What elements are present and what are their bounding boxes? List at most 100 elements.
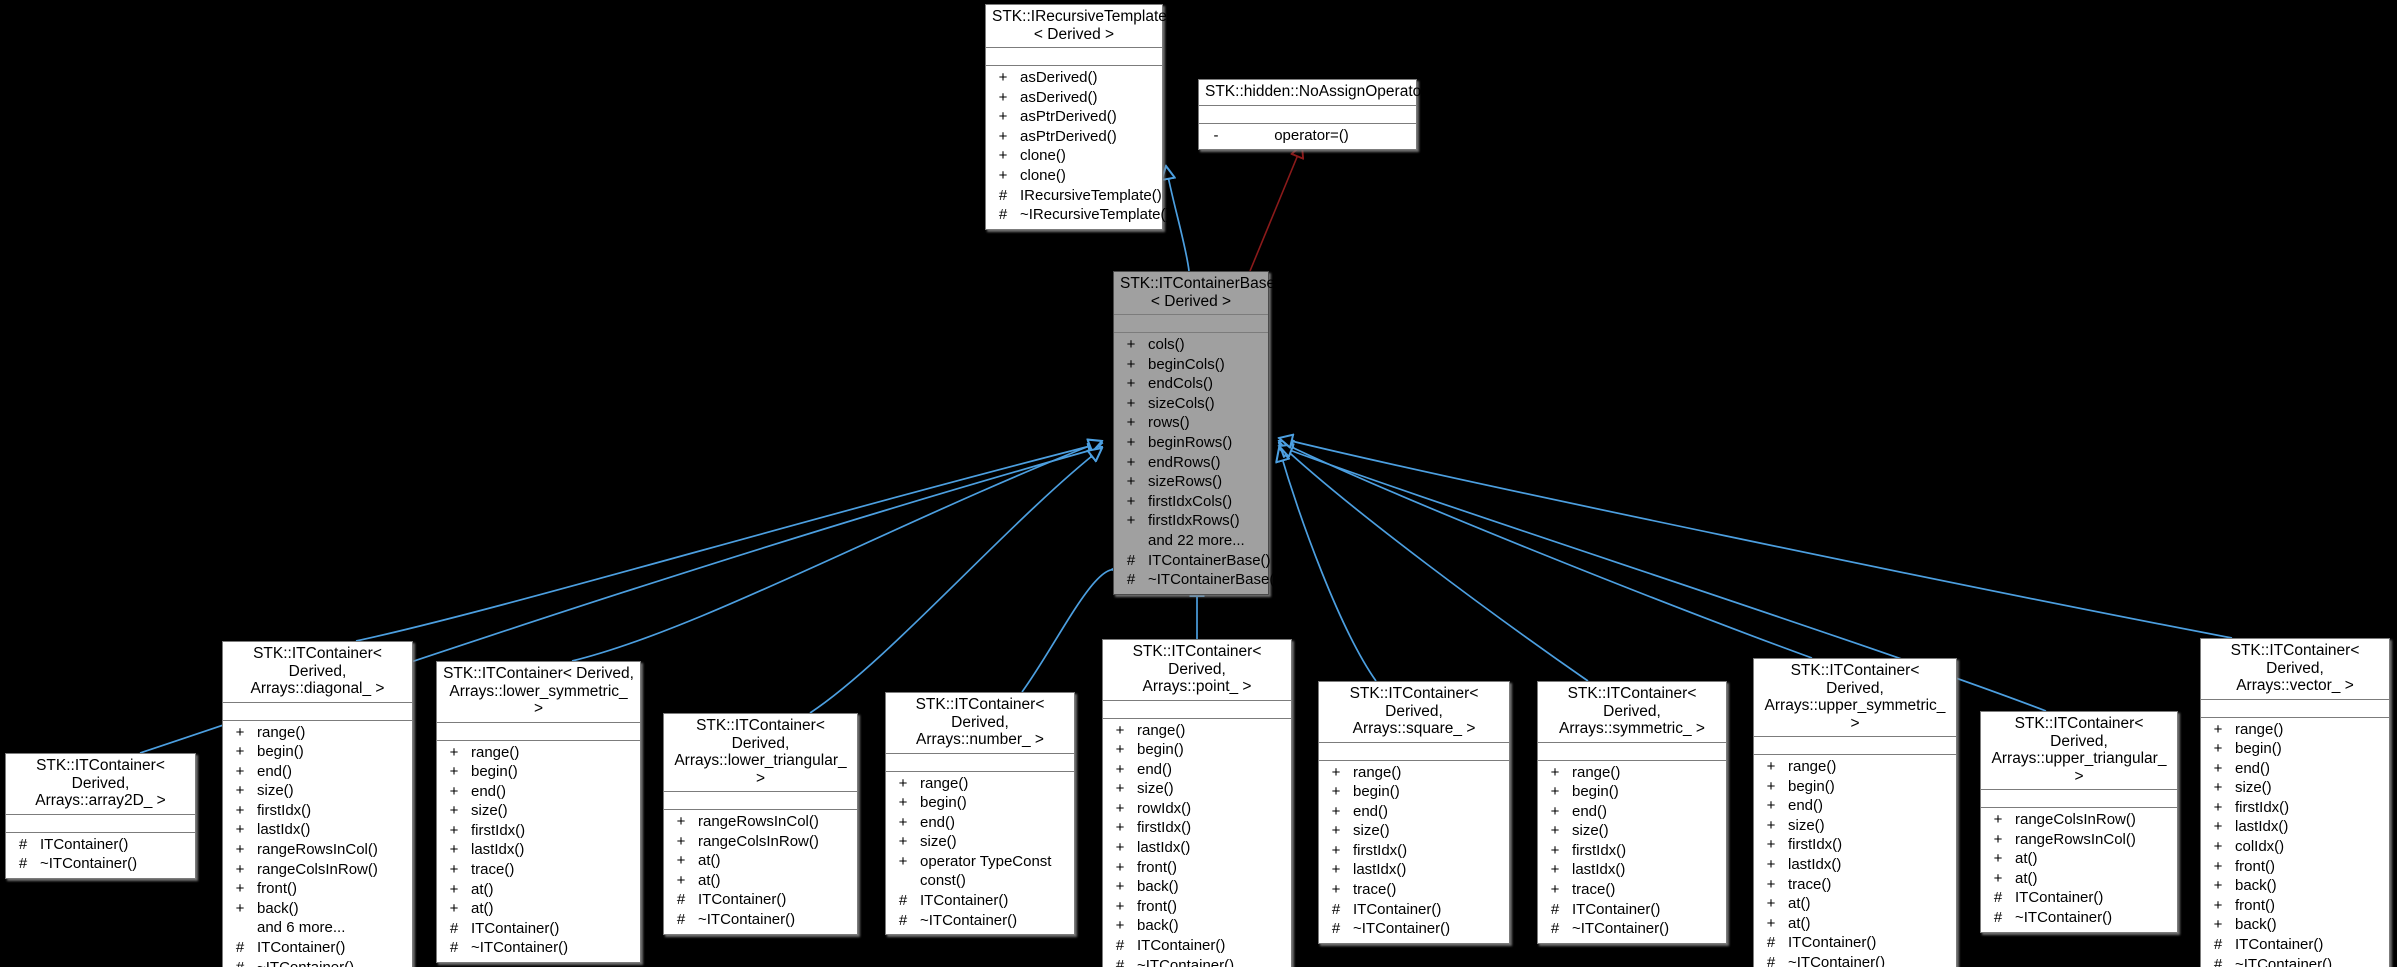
class-member-row[interactable]: + at() xyxy=(664,871,857,891)
class-member-row[interactable]: + end() xyxy=(1319,802,1509,822)
class-member-row[interactable]: + back() xyxy=(2201,915,2389,935)
class-member-row[interactable]: + end() xyxy=(437,782,640,802)
class-node-point[interactable]: STK::ITContainer< Derived, Arrays::point… xyxy=(1102,639,1292,967)
class-member-row[interactable]: - operator=() xyxy=(1199,126,1416,146)
class-member-row[interactable]: #~ITContainer() xyxy=(1103,956,1291,967)
class-member-row[interactable]: + trace() xyxy=(1319,880,1509,900)
class-member-row[interactable]: + at() xyxy=(1754,914,1956,934)
class-member-row[interactable]: + end() xyxy=(223,762,412,782)
class-member-row[interactable]: + asDerived() xyxy=(986,68,1162,88)
class-member-row[interactable]: + rangeColsInRow() xyxy=(1981,810,2177,830)
class-node-irecursivetemplate[interactable]: STK::IRecursiveTemplate < Derived > + asDe… xyxy=(985,4,1170,230)
class-member-row[interactable]: + lastIdx() xyxy=(2201,817,2389,837)
class-member-row[interactable]: + firstIdx() xyxy=(2201,798,2389,818)
class-member-row[interactable]: # ITContainer() xyxy=(1538,900,1726,920)
class-member-row[interactable]: + asDerived() xyxy=(986,88,1162,108)
class-member-row[interactable]: # ITContainer() xyxy=(1981,888,2177,908)
class-member-row[interactable]: + begin() xyxy=(1103,740,1291,760)
class-node-upper_symmetric[interactable]: STK::ITContainer< Derived, Arrays::upper… xyxy=(1753,658,1957,967)
class-member-row[interactable]: + lastIdx() xyxy=(1538,860,1726,880)
class-member-row[interactable]: + begin() xyxy=(223,742,412,762)
class-member-row[interactable]: + firstIdx() xyxy=(437,821,640,841)
class-member-row[interactable]: + trace() xyxy=(437,860,640,880)
class-member-row[interactable]: + back() xyxy=(2201,876,2389,896)
class-node-diagonal[interactable]: STK::ITContainer< Derived, Arrays::diago… xyxy=(222,641,413,967)
class-member-row[interactable]: + range() xyxy=(886,774,1074,794)
class-member-row[interactable]: # ITContainer() xyxy=(437,919,640,939)
class-member-row[interactable]: # ITContainer() xyxy=(223,938,412,958)
class-member-row[interactable]: + size() xyxy=(437,801,640,821)
class-member-row[interactable]: + firstIdx() xyxy=(1103,818,1291,838)
class-node-square[interactable]: STK::ITContainer< Derived, Arrays::squar… xyxy=(1318,681,1510,944)
class-member-row[interactable]: + firstIdx() xyxy=(1538,841,1726,861)
class-member-row[interactable]: + rows() xyxy=(1114,413,1268,433)
class-member-row[interactable]: + back() xyxy=(223,899,412,919)
class-node-array2d[interactable]: STK::ITContainer< Derived, Arrays::array… xyxy=(5,753,196,879)
class-member-row[interactable]: #~ITContainer() xyxy=(1319,919,1509,939)
class-member-row[interactable]: + endRows() xyxy=(1114,453,1268,473)
class-member-row[interactable]: + size() xyxy=(223,781,412,801)
class-node-number[interactable]: STK::ITContainer< Derived, Arrays::numbe… xyxy=(885,692,1075,936)
class-member-row[interactable]: + rangeRowsInCol() xyxy=(664,812,857,832)
class-member-row[interactable]: # ITContainerBase() xyxy=(1114,551,1271,571)
class-node-noassignoperator[interactable]: STK::hidden::NoAssignOperator - operator=(… xyxy=(1198,79,1426,151)
class-member-row[interactable]: #~ITContainer() xyxy=(2201,955,2389,967)
class-node-lower_triangular[interactable]: STK::ITContainer< Derived, Arrays::lower… xyxy=(663,713,858,935)
class-member-row[interactable]: + front() xyxy=(1103,897,1291,917)
class-node-upper_triangular[interactable]: STK::ITContainer< Derived, Arrays::upper… xyxy=(1980,711,2178,933)
class-member-row[interactable]: + begin() xyxy=(2201,739,2389,759)
class-member-row[interactable]: + front() xyxy=(2201,857,2389,877)
class-member-row[interactable]: + at() xyxy=(664,851,857,871)
class-member-row[interactable]: + at() xyxy=(1754,894,1956,914)
class-member-row[interactable]: # ITContainer() xyxy=(6,835,195,855)
class-member-row[interactable]: + end() xyxy=(1538,802,1726,822)
class-member-row[interactable]: + front() xyxy=(1103,858,1291,878)
class-member-row[interactable]: + back() xyxy=(1103,916,1291,936)
class-member-row[interactable]: #~ITContainer() xyxy=(886,911,1074,931)
class-member-row[interactable]: + front() xyxy=(223,879,412,899)
class-member-row[interactable]: # ITContainer() xyxy=(1103,936,1291,956)
class-member-row[interactable]: + end() xyxy=(2201,759,2389,779)
class-member-row[interactable]: + firstIdxRows() xyxy=(1114,511,1268,531)
class-member-row[interactable]: + colIdx() xyxy=(2201,837,2389,857)
class-member-row[interactable]: # ITContainer() xyxy=(2201,935,2389,955)
class-member-row[interactable]: + at() xyxy=(1981,869,2177,889)
class-node-symmetric[interactable]: STK::ITContainer< Derived, Arrays::symme… xyxy=(1537,681,1727,944)
class-node-vector[interactable]: STK::ITContainer< Derived, Arrays::vecto… xyxy=(2200,638,2390,967)
class-member-row[interactable]: #~ITContainer() xyxy=(6,854,195,874)
class-member-row[interactable]: + rangeColsInRow() xyxy=(664,832,857,852)
class-member-row[interactable]: +and 6 more... xyxy=(223,918,412,938)
class-member-row[interactable]: + range() xyxy=(1103,721,1291,741)
class-member-row[interactable]: + at() xyxy=(437,880,640,900)
class-member-row[interactable]: + lastIdx() xyxy=(1103,838,1291,858)
class-member-row[interactable]: + rangeRowsInCol() xyxy=(1981,830,2177,850)
class-member-row[interactable]: + size() xyxy=(1319,821,1509,841)
class-member-row[interactable]: + asPtrDerived() xyxy=(986,107,1162,127)
class-member-row[interactable]: + begin() xyxy=(886,793,1074,813)
class-member-row[interactable]: #~ITContainer() xyxy=(223,958,412,967)
class-member-row[interactable]: + size() xyxy=(1103,779,1291,799)
class-member-row[interactable]: + trace() xyxy=(1754,875,1956,895)
class-member-row[interactable]: + size() xyxy=(886,832,1074,852)
class-member-row[interactable]: + lastIdx() xyxy=(1754,855,1956,875)
class-member-row[interactable]: + size() xyxy=(1538,821,1726,841)
class-member-row[interactable]: + begin() xyxy=(437,762,640,782)
class-member-row[interactable]: # ITContainer() xyxy=(886,891,1074,911)
class-member-row[interactable]: + rangeColsInRow() xyxy=(223,860,412,880)
class-member-row[interactable]: + end() xyxy=(886,813,1074,833)
class-member-row[interactable]: + operator TypeConst const() xyxy=(886,852,1074,891)
class-member-row[interactable]: + rowIdx() xyxy=(1103,799,1291,819)
class-member-row[interactable]: # ~ITContainerBase() xyxy=(1114,570,1279,590)
class-member-row[interactable]: + trace() xyxy=(1538,880,1726,900)
class-member-row[interactable]: + firstIdxCols() xyxy=(1114,492,1268,512)
class-member-row[interactable]: + asPtrDerived() xyxy=(986,127,1162,147)
class-member-row[interactable]: + cols() xyxy=(1114,335,1268,355)
class-member-row[interactable]: + sizeCols() xyxy=(1114,394,1268,414)
class-member-row[interactable]: + lastIdx() xyxy=(1319,860,1509,880)
class-member-row[interactable]: #~ITContainer() xyxy=(1538,919,1726,939)
class-member-row[interactable]: + range() xyxy=(1538,763,1726,783)
class-member-row[interactable]: + firstIdx() xyxy=(223,801,412,821)
class-member-row[interactable]: + begin() xyxy=(1319,782,1509,802)
class-member-row[interactable]: + sizeRows() xyxy=(1114,472,1268,492)
class-member-row[interactable]: + begin() xyxy=(1538,782,1726,802)
